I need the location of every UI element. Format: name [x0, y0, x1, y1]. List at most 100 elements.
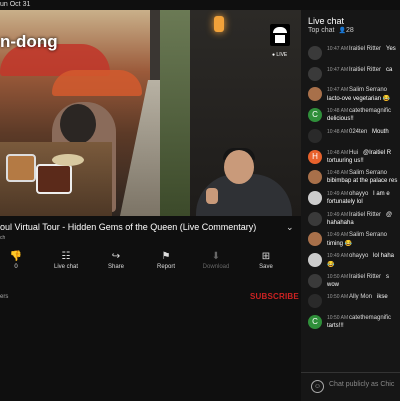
avatar[interactable] — [308, 170, 322, 185]
viewers-icon: 👤 — [338, 28, 346, 34]
message-text: 😂 — [327, 262, 335, 268]
chat-message: 10:49 AM Salim Serrano timing 😂 — [308, 231, 400, 251]
report-button[interactable]: ⚑ Report — [146, 250, 186, 270]
share-icon: ↪ — [111, 251, 121, 262]
message-author[interactable]: catethemagnific — [349, 108, 391, 114]
message-inline-text: @ — [386, 211, 393, 218]
avatar[interactable]: C — [308, 315, 322, 330]
message-text: lacto-ove vegetarian 😂 — [327, 96, 391, 103]
message-text: hahahaha — [327, 219, 354, 226]
subscribe-button[interactable]: SUBSCRIBE — [250, 292, 299, 301]
dessert-plate — [52, 154, 84, 166]
save-icon: ⊞ — [261, 251, 271, 262]
chat-input-bar[interactable]: ☺ Chat publicly as Chic — [301, 372, 400, 401]
chat-message: 10:49 AM ohayyo I am e fortunately lol — [308, 190, 400, 210]
message-text: wow — [327, 281, 340, 288]
message-time: 10:48 AM — [327, 128, 349, 135]
message-time: 10:48 AM — [327, 149, 349, 156]
download-button[interactable]: ⬇ Download — [196, 250, 236, 270]
message-author[interactable]: Hui — [349, 150, 358, 156]
message-time: 10:50 AM — [327, 273, 349, 280]
chat-message: 10:50 AM Iraitiel Ritter s wow — [308, 273, 400, 293]
save-button[interactable]: ⊞ Save — [246, 250, 286, 270]
chat-filter[interactable]: Top chat 👤28 — [308, 27, 354, 34]
message-text: delicious!! — [327, 116, 354, 123]
video-title: oul Virtual Tour - Hidden Gems of the Qu… — [0, 222, 257, 232]
drink-glass — [36, 164, 72, 194]
message-author[interactable]: catethemagnific — [349, 315, 391, 321]
video-player[interactable]: n-dong ● LIVE — [0, 10, 301, 216]
message-inline-text: Mouth — [372, 128, 389, 135]
flag-icon: ⚑ — [161, 251, 171, 262]
message-time: 10:48 AM — [327, 108, 349, 115]
download-label: Download — [202, 264, 230, 270]
avatar[interactable]: C — [308, 108, 322, 123]
message-author[interactable]: Salim Serrano — [349, 87, 387, 93]
street-lamp — [214, 16, 224, 32]
share-button[interactable]: ↪ Share — [96, 250, 136, 270]
message-text: bibimbap at the palace res — [327, 178, 398, 185]
message-time: 10:47 AM — [327, 87, 349, 94]
viewer-count: 28 — [345, 27, 354, 34]
subscriber-count: ers — [0, 294, 9, 300]
chat-message: 10:48 AM 024ten Mouth — [308, 128, 400, 148]
avatar[interactable] — [308, 66, 322, 81]
woman-head — [60, 104, 96, 144]
action-bar: 👎 0 ☷ Live chat ↪ Share ⚑ Report ⬇ Downl… — [0, 250, 290, 278]
message-text: tarts!!! — [327, 323, 344, 330]
message-author[interactable]: 024ten — [349, 129, 367, 135]
message-author[interactable]: ohayyo — [349, 191, 368, 197]
avatar[interactable] — [308, 46, 322, 60]
avatar[interactable]: H — [308, 149, 322, 164]
avatar[interactable] — [308, 87, 322, 102]
chat-title: Live chat — [308, 16, 345, 26]
avatar[interactable] — [308, 232, 322, 247]
message-time: 10:49 AM — [327, 232, 349, 239]
live-badge-label: LIVE — [276, 52, 288, 58]
message-author[interactable]: Iraitiel Ritter — [349, 67, 381, 73]
emoji-icon[interactable]: ☺ — [311, 380, 324, 393]
chat-message: 10:47 AM Salim Serrano lacto-ove vegetaria… — [308, 86, 400, 106]
message-author[interactable]: Salim Serrano — [349, 170, 387, 176]
avatar[interactable] — [308, 211, 322, 226]
chevron-down-icon[interactable]: ⌄ — [286, 222, 294, 233]
live-chat-button[interactable]: ☷ Live chat — [46, 250, 86, 270]
orange-umbrella — [52, 70, 142, 96]
message-time: 10:47 AM — [327, 66, 349, 73]
chat-input-placeholder[interactable]: Chat publicly as Chic — [329, 381, 394, 388]
avatar[interactable] — [308, 128, 322, 143]
chat-mode-label: Top chat — [308, 27, 335, 34]
message-author[interactable]: Salim Serrano — [349, 232, 387, 238]
message-text: timing 😂 — [327, 241, 353, 248]
avatar[interactable] — [308, 253, 322, 267]
video-meta: ch — [0, 235, 6, 241]
drink-cup — [6, 154, 36, 182]
dislike-button[interactable]: 👎 0 — [0, 250, 36, 270]
download-icon: ⬇ — [211, 251, 221, 262]
chat-message: 10:47 AM Iraitiel Ritter ca — [308, 66, 400, 86]
chat-message: C 10:48 AM catethemagnific delicious!! — [308, 107, 400, 127]
message-time: 10:47 AM — [327, 46, 349, 52]
avatar[interactable] — [308, 294, 322, 309]
live-badge: ● LIVE — [272, 52, 288, 58]
host-head — [224, 150, 254, 184]
status-time: un Oct 31 — [0, 1, 31, 8]
chat-message: 10:48 AM Salim Serrano bibimbap at the pal… — [308, 169, 400, 189]
message-author[interactable]: Ally Mon — [349, 294, 372, 300]
message-time: 10:48 AM — [327, 170, 349, 177]
avatar[interactable] — [308, 273, 322, 288]
message-inline-text: Yes — [386, 46, 396, 52]
message-author[interactable]: Iraitiel Ritter — [349, 46, 381, 52]
message-author[interactable]: ohayyo — [349, 253, 368, 259]
live-chat-panel: Live chat Top chat 👤28 10:47 AM Iraitiel R… — [301, 10, 400, 401]
message-author[interactable]: Iraitiel Ritter — [349, 274, 381, 280]
chat-message: H 10:48 AM Hui @Iraitiel Rtortuuring us!! — [308, 149, 400, 169]
chat-message: 10:50 AM Ally Mon ikse — [308, 293, 400, 313]
message-inline-text: @Iraitiel R — [363, 149, 392, 156]
avatar[interactable] — [308, 190, 322, 205]
chat-message: C 10:50 AM catethemagnific tarts!!! — [308, 314, 400, 334]
live-chat-label: Live chat — [53, 264, 78, 270]
message-author[interactable]: Iraitiel Ritter — [349, 212, 381, 218]
message-inline-text: lol haha — [373, 253, 395, 259]
message-time: 10:49 AM — [327, 253, 349, 259]
